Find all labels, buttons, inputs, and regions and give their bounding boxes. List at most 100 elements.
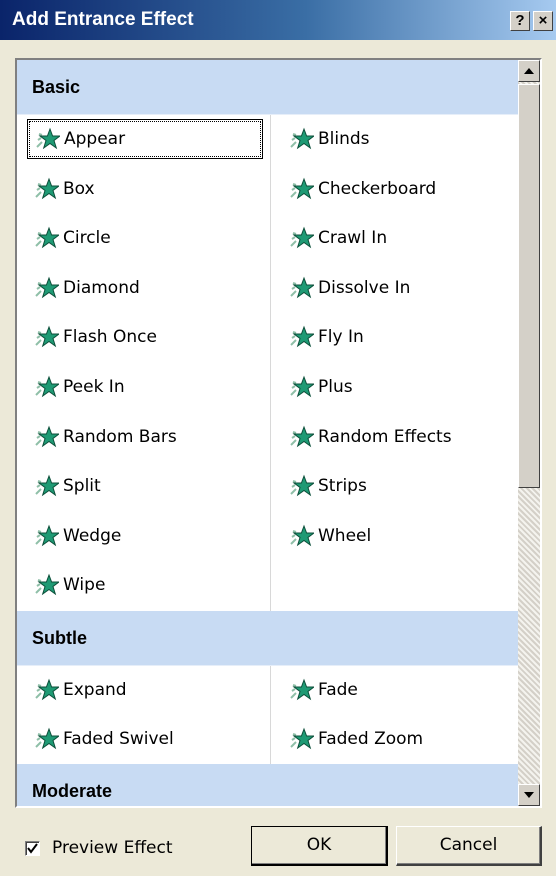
category-label: Moderate — [32, 780, 113, 801]
effects-row: Box Checkerboard — [17, 165, 518, 215]
effect-label: Peek In — [63, 376, 125, 397]
effect-label: Expand — [63, 679, 127, 700]
effect-item-faded-swivel[interactable]: Faded Swivel — [27, 719, 263, 759]
star-effect-icon — [35, 678, 59, 701]
star-effect-icon — [290, 276, 314, 299]
star-effect-icon — [290, 177, 314, 199]
effect-item-fly-in[interactable]: Fly In — [282, 317, 518, 357]
star-effect-icon — [290, 226, 314, 249]
help-button[interactable]: ? — [510, 11, 530, 31]
effect-label: Random Bars — [63, 426, 177, 447]
effects-row: Peek In Plus — [17, 363, 518, 413]
effect-label: Dissolve In — [318, 277, 411, 298]
title-bar: Add Entrance Effect ? × — [0, 0, 556, 40]
effect-item-diamond[interactable]: Diamond — [27, 268, 263, 308]
effect-item-circle[interactable]: Circle — [27, 218, 263, 258]
effect-label: Plus — [318, 376, 353, 397]
effects-list-content: Basic Appear Blinds Box Checkerboard Circle C… — [17, 60, 518, 806]
category-label: Subtle — [32, 627, 88, 648]
preview-effect-option[interactable]: Preview Effect — [25, 838, 173, 858]
effect-label: Diamond — [63, 277, 140, 298]
effect-item-peek-in[interactable]: Peek In — [27, 367, 263, 407]
star-effect-icon — [290, 524, 314, 547]
effect-item-expand[interactable]: Expand — [27, 670, 263, 710]
cancel-button[interactable]: Cancel — [396, 826, 542, 866]
checkmark-icon — [27, 842, 38, 854]
effect-item-flash-once[interactable]: Flash Once — [27, 317, 263, 357]
effect-item-split[interactable]: Split — [27, 466, 263, 506]
effect-item-random-bars[interactable]: Random Bars — [27, 417, 263, 457]
star-effect-icon — [35, 524, 59, 547]
effect-item-appear[interactable]: Appear — [27, 119, 263, 159]
effects-row: Flash Once Fly In — [17, 313, 518, 363]
star-effect-icon — [290, 727, 314, 750]
effect-label: Checkerboard — [318, 178, 437, 199]
preview-effect-checkbox[interactable] — [25, 840, 40, 856]
arrow-down-icon — [524, 792, 534, 798]
star-effect-icon — [35, 727, 59, 750]
category-subtle: Subtle — [17, 610, 518, 666]
effect-item-wedge[interactable]: Wedge — [27, 516, 263, 556]
star-effect-icon — [290, 127, 314, 150]
subtle-effects-grid: Expand Fade Faded Swivel Faded Zoom — [17, 665, 518, 764]
scroll-down-button[interactable] — [518, 784, 540, 806]
star-effect-icon — [35, 276, 59, 299]
effect-item-random-effects[interactable]: Random Effects — [282, 417, 518, 457]
effect-item-blinds[interactable]: Blinds — [282, 119, 518, 159]
star-effect-icon — [35, 573, 59, 596]
close-button[interactable]: × — [533, 11, 553, 31]
effect-label: Wheel — [318, 525, 372, 546]
star-effect-icon — [290, 678, 314, 701]
effect-label: Faded Swivel — [63, 728, 174, 749]
effect-item-wheel[interactable]: Wheel — [282, 516, 518, 556]
effect-item-fade[interactable]: Fade — [282, 670, 518, 710]
effect-label: Appear — [64, 129, 126, 149]
vertical-scrollbar[interactable] — [518, 60, 540, 806]
effect-label: Box — [63, 178, 95, 199]
effect-label: Split — [63, 476, 101, 497]
effect-label: Circle — [63, 228, 111, 249]
effect-label: Faded Zoom — [318, 728, 424, 749]
effect-label: Wipe — [63, 575, 106, 596]
effect-item-plus[interactable]: Plus — [282, 367, 518, 407]
window-title: Add Entrance Effect — [12, 9, 194, 30]
effects-row: Faded Swivel Faded Zoom — [17, 715, 518, 764]
effects-row: Diamond Dissolve In — [17, 264, 518, 314]
preview-effect-label: Preview Effect — [52, 838, 173, 858]
basic-effects-grid: Appear Blinds Box Checkerboard Circle Crawl I… — [17, 115, 518, 611]
star-effect-icon — [35, 226, 59, 249]
effects-list[interactable]: Basic Appear Blinds Box Checkerboard Circle C… — [15, 58, 542, 808]
star-effect-icon — [290, 425, 314, 447]
effect-item-faded-zoom[interactable]: Faded Zoom — [282, 719, 518, 759]
effects-row: Expand Fade — [17, 666, 518, 715]
star-effect-icon — [290, 325, 314, 348]
effects-row: Random Bars Random Effects — [17, 413, 518, 463]
effect-label: Flash Once — [63, 327, 157, 348]
effect-label: Blinds — [318, 129, 370, 149]
scroll-up-button[interactable] — [518, 60, 540, 82]
effect-label: Crawl In — [318, 228, 388, 249]
effect-item-dissolve-in[interactable]: Dissolve In — [282, 268, 518, 308]
star-effect-icon — [35, 474, 59, 497]
star-effect-icon — [35, 425, 59, 447]
effect-item-strips[interactable]: Strips — [282, 466, 518, 506]
effect-label: Strips — [318, 476, 367, 497]
effects-row: Circle Crawl In — [17, 214, 518, 264]
star-effect-icon — [35, 177, 59, 199]
star-effect-icon — [35, 325, 59, 348]
scroll-thumb[interactable] — [518, 84, 540, 488]
effect-label: Random Effects — [318, 426, 452, 447]
effect-label: Fade — [318, 679, 358, 700]
effect-item-box[interactable]: Box — [27, 169, 263, 209]
effect-item-crawl-in[interactable]: Crawl In — [282, 218, 518, 258]
effects-row: Split Strips — [17, 462, 518, 512]
star-effect-icon — [35, 375, 59, 398]
ok-button[interactable]: OK — [251, 826, 388, 866]
effect-label: Wedge — [63, 525, 122, 546]
star-effect-icon — [36, 127, 60, 150]
effects-row: Wedge Wheel — [17, 512, 518, 562]
effect-item-checkerboard[interactable]: Checkerboard — [282, 169, 518, 209]
effect-item-wipe[interactable]: Wipe — [27, 565, 263, 605]
effects-row: Wipe — [17, 561, 518, 611]
star-effect-icon — [290, 375, 314, 398]
